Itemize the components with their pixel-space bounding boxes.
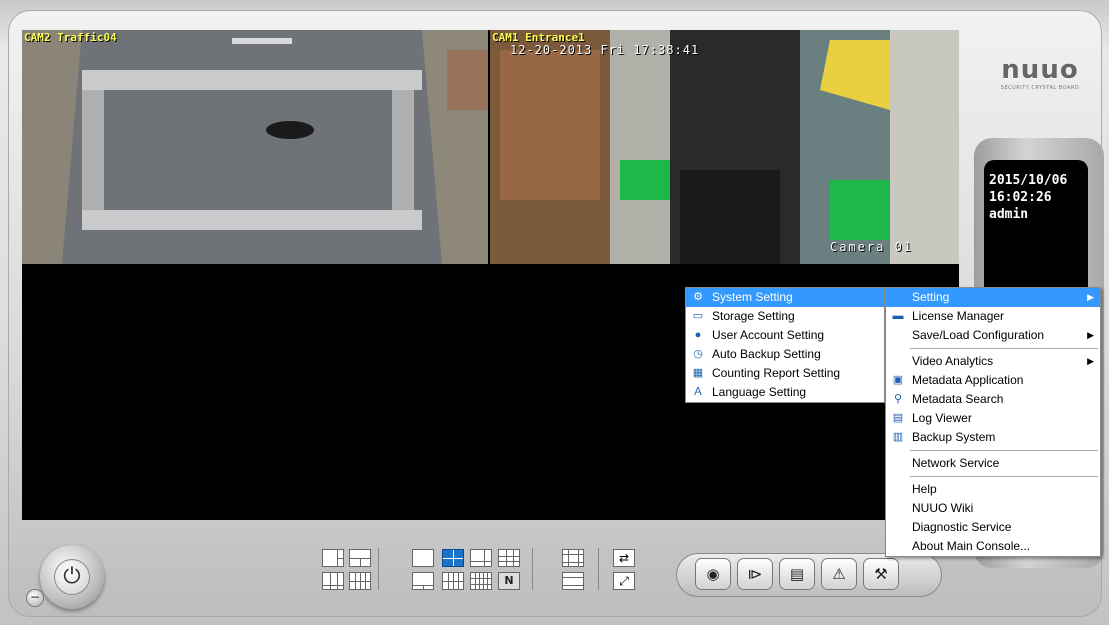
submenu-arrow-icon: ▶ [1087,330,1094,340]
info-time: 16:02:26 [989,190,1052,205]
menu-separator [910,476,1098,477]
menu-item-log-viewer[interactable]: ▤ Log Viewer [886,409,1100,428]
menu-item-nuuo-wiki[interactable]: NUUO Wiki [886,499,1100,518]
layout-1plus12-button[interactable] [412,572,434,590]
fullscreen-icon[interactable]: ⤢ [613,572,635,590]
info-date: 2015/10/06 [989,173,1068,188]
gear-icon: ⚙ [693,291,703,303]
tools-icon[interactable]: ⚒ [864,559,898,589]
menu-item-counting-report-setting[interactable]: ▦ Counting Report Setting [686,364,884,383]
layout-n-button[interactable]: N [498,572,520,590]
traffic-scene [22,30,488,264]
layout-2x2-button[interactable] [442,549,464,567]
language-icon: Ａ [692,386,704,398]
layout-1plus5-button[interactable] [470,549,492,567]
menu-item-about-main-console[interactable]: About Main Console... [886,537,1100,556]
layout-full-button[interactable] [562,572,584,590]
log-icon: ▤ [892,412,904,424]
main-menu: Setting ▶ ▬ License Manager Save/Load Conf… [885,287,1101,557]
menu-item-metadata-search[interactable]: ⚲ Metadata Search [886,390,1100,409]
schedule-icon[interactable]: ▤ [780,559,814,589]
info-user: admin [989,207,1029,222]
switch-icon[interactable]: ⇄ [613,549,635,567]
separator [378,548,379,590]
alert-icon[interactable]: ⚠ [822,559,856,589]
video-area: CAM2 Traffic04 CAM1 Entrance1 12-20-2013… [22,30,959,520]
menu-item-backup-system[interactable]: ▥ Backup System [886,428,1100,447]
menu-item-diagnostic-service[interactable]: Diagnostic Service [886,518,1100,537]
submenu-arrow-icon: ▶ [1087,356,1094,366]
menu-item-network-service[interactable]: Network Service [886,454,1100,473]
menu-item-storage-setting[interactable]: ▭ Storage Setting [686,307,884,326]
menu-item-system-setting[interactable]: ⚙ System Setting [686,288,884,307]
metadata-search-icon: ⚲ [893,393,903,405]
backup-icon: ◷ [693,348,703,360]
menu-item-setting[interactable]: Setting ▶ [886,288,1100,307]
layout-wide-button[interactable] [349,549,371,567]
camera-view-cam2[interactable]: CAM2 Traffic04 [22,30,488,264]
menu-separator [910,348,1098,349]
power-button[interactable]: ⏻ [40,545,104,609]
report-icon: ▦ [692,367,704,379]
record-icon[interactable]: ◉ [696,559,730,589]
layout-custom-button[interactable] [562,549,584,567]
control-bar: ◉ ⧐ ▤ ⚠ ⚒ [676,553,942,597]
separator [598,548,599,590]
layout-4x4-button[interactable] [442,572,464,590]
menu-item-save-load-configuration[interactable]: Save/Load Configuration ▶ [886,326,1100,345]
storage-icon: ▭ [692,310,704,322]
submenu-arrow-icon: ▶ [1087,292,1094,302]
nuuo-logo: nuuo SECURITY CRYSTAL BOARD [1000,55,1080,91]
camera-osd-label: Camera 01 [830,240,914,254]
menu-item-license-manager[interactable]: ▬ License Manager [886,307,1100,326]
menu-item-auto-backup-setting[interactable]: ◷ Auto Backup Setting [686,345,884,364]
layout-1x1-button[interactable] [412,549,434,567]
camera-label: CAM2 Traffic04 [24,31,117,44]
minimize-button[interactable]: − [27,590,43,606]
license-icon: ▬ [892,310,904,322]
menu-item-metadata-application[interactable]: ▣ Metadata Application [886,371,1100,390]
layout-5x5-button[interactable] [470,572,492,590]
layout-2x4-button[interactable] [349,572,371,590]
camera-view-cam1[interactable]: CAM1 Entrance1 12-20-2013 Fri 17:38:41 C… [490,30,959,264]
playback-icon[interactable]: ⧐ [738,559,772,589]
user-icon: ● [694,329,702,341]
metadata-app-icon: ▣ [892,374,904,386]
camera-timestamp: 12-20-2013 Fri 17:38:41 [510,43,700,57]
layout-1plus7-button[interactable] [322,572,344,590]
entrance-scene [490,30,959,264]
menu-separator [910,450,1098,451]
layout-3x3-button[interactable] [498,549,520,567]
layout-1plus-button[interactable] [322,549,344,567]
menu-item-language-setting[interactable]: Ａ Language Setting [686,383,884,402]
menu-item-video-analytics[interactable]: Video Analytics ▶ [886,352,1100,371]
menu-item-user-account-setting[interactable]: ● User Account Setting [686,326,884,345]
power-icon: ⏻ [54,559,90,595]
menu-item-help[interactable]: Help [886,480,1100,499]
separator [532,548,533,590]
backup-system-icon: ▥ [892,431,904,443]
settings-submenu: ⚙ System Setting ▭ Storage Setting ● User A… [685,287,885,403]
